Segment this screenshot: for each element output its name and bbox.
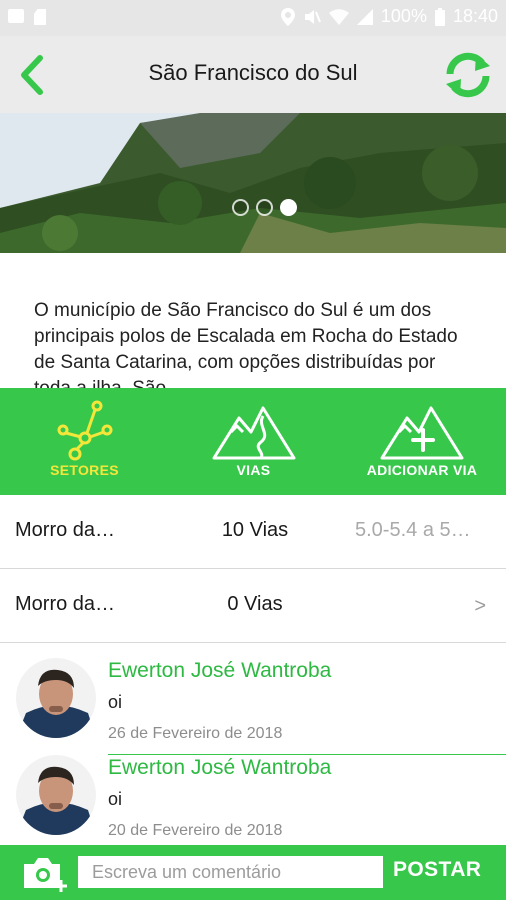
image-icon	[8, 9, 24, 23]
tab-vias[interactable]: VIAS	[169, 388, 338, 495]
mountain-photo	[0, 113, 506, 253]
comment-composer: POSTAR	[0, 845, 506, 900]
carousel-indicator	[232, 199, 297, 216]
wifi-icon	[328, 8, 349, 25]
sectors-icon	[57, 400, 112, 461]
chevron-right-icon: >	[474, 595, 486, 617]
post-button[interactable]: POSTAR	[393, 858, 481, 882]
comment-author[interactable]: Ewerton José Wantroba	[108, 756, 331, 780]
sector-row[interactable]: Morro da… 0 Vias >	[0, 569, 506, 643]
page-title: São Francisco do Sul	[148, 60, 358, 85]
mute-icon	[304, 9, 321, 24]
sd-card-icon	[34, 9, 46, 25]
carousel-dot[interactable]	[232, 199, 249, 216]
tab-setores-label: SETORES	[50, 462, 119, 478]
tab-bar: SETORES VIAS ADICIONAR VIA	[0, 388, 506, 495]
comment-author[interactable]: Ewerton José Wantroba	[108, 659, 331, 683]
comment-text: oi	[108, 692, 123, 712]
hero-image[interactable]	[0, 113, 506, 253]
comment-date: 26 de Fevereiro de 2018	[108, 725, 283, 742]
battery-icon	[434, 7, 445, 26]
sector-route-count: 10 Vias	[221, 519, 289, 541]
sector-row[interactable]: Morro da… 10 Vias 5.0-5.4 a 5…	[0, 495, 506, 569]
refresh-icon	[446, 52, 490, 98]
tab-adicionar-via[interactable]: ADICIONAR VIA	[338, 388, 506, 495]
location-icon	[280, 7, 295, 26]
camera-add-icon	[24, 858, 67, 892]
comment-date: 20 de Fevereiro de 2018	[108, 822, 283, 839]
tab-vias-label: VIAS	[236, 462, 271, 478]
description-container: O município de São Francisco do Sul é um…	[0, 253, 506, 388]
sector-name: Morro da…	[15, 519, 116, 541]
sector-name: Morro da…	[15, 593, 116, 615]
comment-item: Ewerton José Wantroba oi 20 de Fevereiro…	[0, 745, 506, 841]
avatar[interactable]	[16, 658, 96, 738]
status-bar: 100% 18:40	[0, 0, 506, 36]
routes-mountain-icon	[212, 406, 295, 460]
signal-icon	[356, 8, 373, 25]
sector-route-count: 0 Vias	[227, 593, 283, 615]
user-photo	[16, 755, 96, 835]
add-route-mountain-icon	[380, 406, 464, 460]
user-photo	[16, 658, 96, 738]
refresh-button[interactable]	[442, 50, 494, 100]
app-bar: São Francisco do Sul	[0, 36, 506, 113]
camera-button[interactable]	[22, 856, 68, 892]
carousel-dot[interactable]	[256, 199, 273, 216]
clock: 18:40	[452, 6, 498, 26]
comment-text: oi	[108, 789, 123, 809]
battery-percent: 100%	[380, 6, 427, 26]
description-text: O município de São Francisco do Sul é um…	[34, 300, 458, 388]
tab-adicionar-via-label: ADICIONAR VIA	[366, 462, 478, 478]
tab-setores[interactable]: SETORES	[0, 388, 169, 495]
carousel-dot-active[interactable]	[280, 199, 297, 216]
comment-item: Ewerton José Wantroba oi 26 de Fevereiro…	[0, 648, 506, 755]
avatar[interactable]	[16, 755, 96, 835]
sector-grade-range: 5.0-5.4 a 5…	[355, 519, 471, 541]
comment-input[interactable]	[78, 856, 383, 888]
